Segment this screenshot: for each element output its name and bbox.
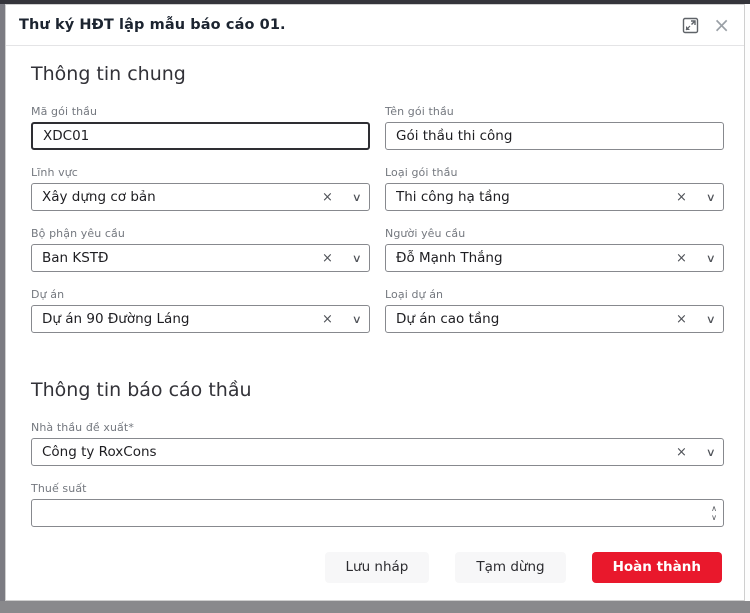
chevron-down-icon[interactable]: ∨ [688, 313, 716, 326]
chevron-down-icon[interactable]: ∨ [688, 252, 716, 265]
dialog-body: Thông tin chung Mã gói thầu Tên gói thầu… [6, 46, 744, 544]
nha-thau-de-xuat-label: Nhà thầu đề xuất* [31, 421, 724, 434]
linh-vuc-select[interactable]: Xây dựng cơ bản × ∨ [31, 183, 370, 211]
expand-icon[interactable] [682, 17, 699, 34]
section-general-title: Thông tin chung [31, 63, 724, 85]
nguoi-yeu-cau-select[interactable]: Đỗ Mạnh Thắng × ∨ [385, 244, 724, 272]
field-thue-suat: Thuế suất ∧ ∨ [31, 482, 724, 527]
du-an-label: Dự án [31, 288, 370, 301]
general-grid: Mã gói thầu Tên gói thầu Lĩnh vực Xây dự… [31, 105, 724, 349]
ten-goi-thau-input[interactable] [385, 122, 724, 150]
field-nha-thau-de-xuat: Nhà thầu đề xuất* Công ty RoxCons × ∨ [31, 421, 724, 466]
select-value: Đỗ Mạnh Thắng [396, 250, 672, 266]
spinner-down-icon[interactable]: ∨ [711, 513, 717, 522]
backdrop-bottom [0, 601, 750, 613]
linh-vuc-label: Lĩnh vực [31, 166, 370, 179]
dialog-header-actions: × [682, 16, 730, 34]
ma-goi-thau-label: Mã gói thầu [31, 105, 370, 118]
section-report-title: Thông tin báo cáo thầu [31, 379, 724, 401]
chevron-down-icon[interactable]: ∨ [688, 191, 716, 204]
thue-suat-number-field: ∧ ∨ [31, 499, 724, 527]
dialog-title: Thư ký HĐT lập mẫu báo cáo 01. [19, 17, 286, 33]
field-nguoi-yeu-cau: Người yêu cầu Đỗ Mạnh Thắng × ∨ [385, 227, 724, 272]
backdrop-right [745, 4, 750, 601]
nha-thau-de-xuat-select[interactable]: Công ty RoxCons × ∨ [31, 438, 724, 466]
select-value: Thi công hạ tầng [396, 189, 672, 205]
thue-suat-input[interactable] [32, 500, 707, 526]
dialog-header: Thư ký HĐT lập mẫu báo cáo 01. × [6, 5, 744, 46]
loai-goi-thau-select[interactable]: Thi công hạ tầng × ∨ [385, 183, 724, 211]
field-loai-du-an: Loại dự án Dự án cao tầng × ∨ [385, 288, 724, 333]
spinner-up-icon[interactable]: ∧ [711, 504, 717, 513]
chevron-down-icon[interactable]: ∨ [334, 191, 362, 204]
report-template-dialog: Thư ký HĐT lập mẫu báo cáo 01. × Thông t… [5, 4, 745, 601]
bo-phan-yeu-cau-label: Bộ phận yêu cầu [31, 227, 370, 240]
field-du-an: Dự án Dự án 90 Đường Láng × ∨ [31, 288, 370, 333]
ten-goi-thau-label: Tên gói thầu [385, 105, 724, 118]
bo-phan-yeu-cau-select[interactable]: Ban KSTĐ × ∨ [31, 244, 370, 272]
thue-suat-label: Thuế suất [31, 482, 724, 495]
loai-du-an-select[interactable]: Dự án cao tầng × ∨ [385, 305, 724, 333]
select-value: Ban KSTĐ [42, 250, 318, 266]
field-ma-goi-thau: Mã gói thầu [31, 105, 370, 150]
ma-goi-thau-input[interactable] [31, 122, 370, 150]
screen: Thư ký HĐT lập mẫu báo cáo 01. × Thông t… [0, 0, 750, 613]
field-bo-phan-yeu-cau: Bộ phận yêu cầu Ban KSTĐ × ∨ [31, 227, 370, 272]
complete-button[interactable]: Hoàn thành [592, 552, 722, 583]
select-value: Dự án cao tầng [396, 311, 672, 327]
field-linh-vuc: Lĩnh vực Xây dựng cơ bản × ∨ [31, 166, 370, 211]
loai-goi-thau-label: Loại gói thầu [385, 166, 724, 179]
pause-button[interactable]: Tạm dừng [455, 552, 565, 583]
dialog-footer: Lưu nháp Tạm dừng Hoàn thành [6, 544, 744, 600]
select-value: Dự án 90 Đường Láng [42, 311, 318, 327]
select-value: Công ty RoxCons [42, 444, 672, 460]
select-value: Xây dựng cơ bản [42, 189, 318, 205]
field-loai-goi-thau: Loại gói thầu Thi công hạ tầng × ∨ [385, 166, 724, 211]
chevron-down-icon[interactable]: ∨ [334, 313, 362, 326]
du-an-select[interactable]: Dự án 90 Đường Láng × ∨ [31, 305, 370, 333]
chevron-down-icon[interactable]: ∨ [334, 252, 362, 265]
close-icon[interactable]: × [713, 16, 730, 34]
chevron-down-icon[interactable]: ∨ [688, 446, 716, 459]
nguoi-yeu-cau-label: Người yêu cầu [385, 227, 724, 240]
loai-du-an-label: Loại dự án [385, 288, 724, 301]
number-spinner[interactable]: ∧ ∨ [707, 500, 723, 526]
field-ten-goi-thau: Tên gói thầu [385, 105, 724, 150]
save-draft-button[interactable]: Lưu nháp [325, 552, 430, 583]
